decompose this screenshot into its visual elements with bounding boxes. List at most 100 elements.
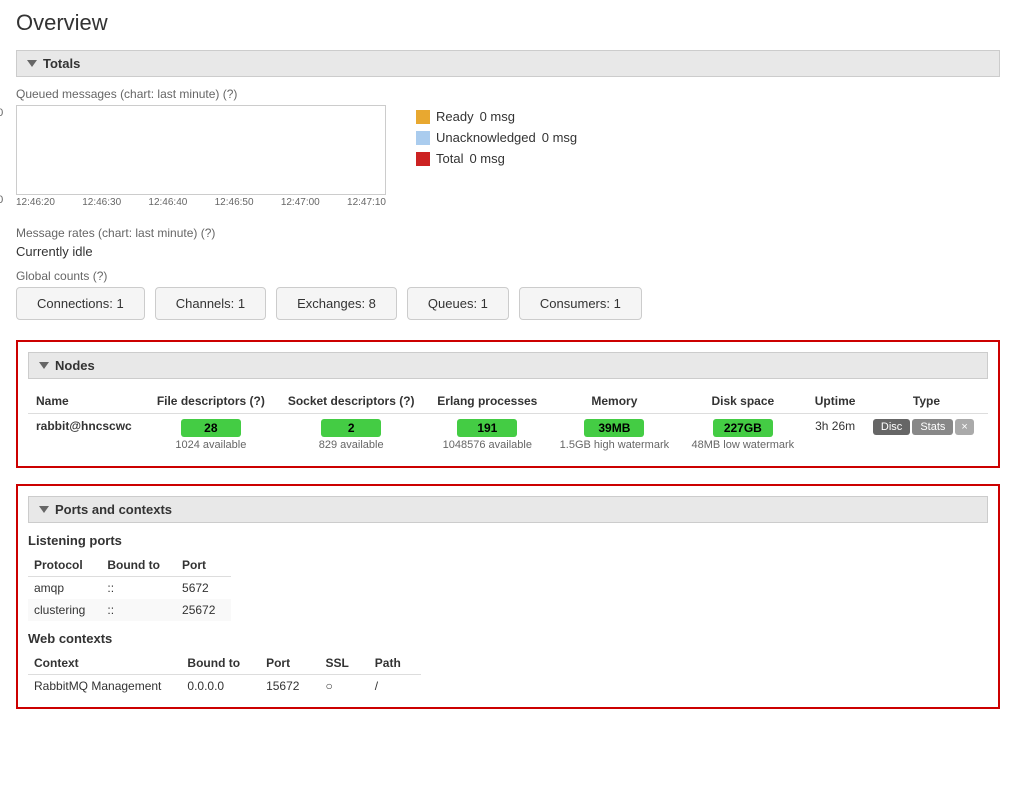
node-name: rabbit@hncscwc [28, 414, 146, 457]
port-port-amqp: 5672 [176, 577, 231, 600]
counter-buttons: Connections: 1 Channels: 1 Exchanges: 8 … [16, 287, 1000, 320]
queued-messages-chart [16, 105, 386, 195]
ports-section: Ports and contexts Listening ports Proto… [16, 484, 1000, 709]
node-type: Disc Stats × [865, 414, 988, 457]
x-label-0: 12:46:20 [16, 197, 55, 208]
legend-ready-label: Ready [436, 109, 474, 124]
stats-button[interactable]: Stats [912, 419, 953, 435]
disk-sub: 48MB low watermark [688, 439, 797, 451]
web-path: / [369, 675, 421, 698]
exchanges-button[interactable]: Exchanges: 8 [276, 287, 397, 320]
port-col-bound: Bound to [101, 554, 176, 577]
x-label-5: 12:47:10 [347, 197, 386, 208]
memory-sub: 1.5GB high watermark [556, 439, 672, 451]
chart-y-top: 1.0 [0, 107, 3, 119]
web-bound-to: 0.0.0.0 [181, 675, 260, 698]
node-row: rabbit@hncscwc 28 1024 available 2 829 a… [28, 414, 988, 457]
connections-button[interactable]: Connections: 1 [16, 287, 145, 320]
legend-unack-color [416, 131, 430, 145]
web-context-name: RabbitMQ Management [28, 675, 181, 698]
channels-button[interactable]: Channels: 1 [155, 287, 266, 320]
x-label-1: 12:46:30 [82, 197, 121, 208]
socket-desc-bar: 2 [321, 419, 381, 437]
node-file-desc: 28 1024 available [146, 414, 277, 457]
disk-bar: 227GB [713, 419, 773, 437]
message-rates-label: Message rates (chart: last minute) (?) [16, 226, 1000, 240]
legend-ready-color [416, 110, 430, 124]
ports-header: Ports and contexts [28, 496, 988, 523]
port-bound-amqp: :: [101, 577, 176, 600]
legend-unack-label: Unacknowledged [436, 130, 536, 145]
web-ssl: ○ [319, 675, 368, 698]
legend-total: Total 0 msg [416, 151, 577, 166]
legend-ready: Ready 0 msg [416, 109, 577, 124]
port-bound-clustering: :: [101, 599, 176, 621]
col-name: Name [28, 389, 146, 414]
col-disk: Disk space [680, 389, 805, 414]
legend-total-value: 0 msg [469, 151, 504, 166]
col-erlang: Erlang processes [426, 389, 548, 414]
col-uptime: Uptime [805, 389, 865, 414]
port-port-clustering: 25672 [176, 599, 231, 621]
chart-x-labels: 12:46:20 12:46:30 12:46:40 12:46:50 12:4… [16, 197, 386, 208]
close-node-button[interactable]: × [955, 419, 973, 435]
nodes-collapse-icon[interactable] [39, 362, 49, 369]
web-col-bound: Bound to [181, 652, 260, 675]
consumers-button[interactable]: Consumers: 1 [519, 287, 642, 320]
ports-header-label: Ports and contexts [55, 502, 172, 517]
global-counts-label: Global counts (?) [16, 269, 1000, 283]
queues-button[interactable]: Queues: 1 [407, 287, 509, 320]
file-desc-sub: 1024 available [154, 439, 269, 451]
erlang-bar: 191 [457, 419, 517, 437]
legend-total-label: Total [436, 151, 463, 166]
port-col-protocol: Protocol [28, 554, 101, 577]
node-erlang: 191 1048576 available [426, 414, 548, 457]
port-protocol-amqp: amqp [28, 577, 101, 600]
web-col-path: Path [369, 652, 421, 675]
node-socket-desc: 2 829 available [276, 414, 426, 457]
x-label-4: 12:47:00 [281, 197, 320, 208]
disc-button[interactable]: Disc [873, 419, 910, 435]
web-col-port: Port [260, 652, 319, 675]
queued-messages-area: 1.0 0.0 12:46:20 12:46:30 12:46:40 12:46… [16, 105, 1000, 208]
web-row-management: RabbitMQ Management 0.0.0.0 15672 ○ / [28, 675, 421, 698]
currently-idle: Currently idle [16, 244, 1000, 259]
col-memory: Memory [548, 389, 680, 414]
chart-y-bottom: 0.0 [0, 194, 3, 206]
type-btn-group: Disc Stats × [873, 419, 980, 435]
queued-messages-label: Queued messages (chart: last minute) (?) [16, 87, 1000, 101]
legend-unacknowledged: Unacknowledged 0 msg [416, 130, 577, 145]
col-type: Type [865, 389, 988, 414]
ports-collapse-icon[interactable] [39, 506, 49, 513]
port-col-port: Port [176, 554, 231, 577]
totals-header: Totals [16, 50, 1000, 77]
web-port: 15672 [260, 675, 319, 698]
x-label-2: 12:46:40 [148, 197, 187, 208]
nodes-section: Nodes Name File descriptors (?) Socket d… [16, 340, 1000, 468]
node-disk: 227GB 48MB low watermark [680, 414, 805, 457]
legend-ready-value: 0 msg [480, 109, 515, 124]
erlang-sub: 1048576 available [434, 439, 540, 451]
nodes-header: Nodes [28, 352, 988, 379]
ports-table: Protocol Bound to Port amqp :: 5672 clus… [28, 554, 231, 621]
nodes-header-label: Nodes [55, 358, 95, 373]
totals-collapse-icon[interactable] [27, 60, 37, 67]
x-label-3: 12:46:50 [215, 197, 254, 208]
chart-legend: Ready 0 msg Unacknowledged 0 msg Total 0… [416, 105, 577, 166]
web-col-context: Context [28, 652, 181, 675]
port-protocol-clustering: clustering [28, 599, 101, 621]
node-uptime: 3h 26m [805, 414, 865, 457]
listening-ports-title: Listening ports [28, 533, 988, 548]
node-memory: 39MB 1.5GB high watermark [548, 414, 680, 457]
col-file-desc: File descriptors (?) [146, 389, 277, 414]
port-row-amqp: amqp :: 5672 [28, 577, 231, 600]
web-col-ssl: SSL [319, 652, 368, 675]
totals-header-label: Totals [43, 56, 80, 71]
web-contexts-table: Context Bound to Port SSL Path RabbitMQ … [28, 652, 421, 697]
port-row-clustering: clustering :: 25672 [28, 599, 231, 621]
legend-unack-value: 0 msg [542, 130, 577, 145]
page-title: Overview [16, 10, 1000, 36]
queued-messages-chart-wrapper: 1.0 0.0 12:46:20 12:46:30 12:46:40 12:46… [16, 105, 386, 208]
legend-total-color [416, 152, 430, 166]
nodes-table: Name File descriptors (?) Socket descrip… [28, 389, 988, 456]
